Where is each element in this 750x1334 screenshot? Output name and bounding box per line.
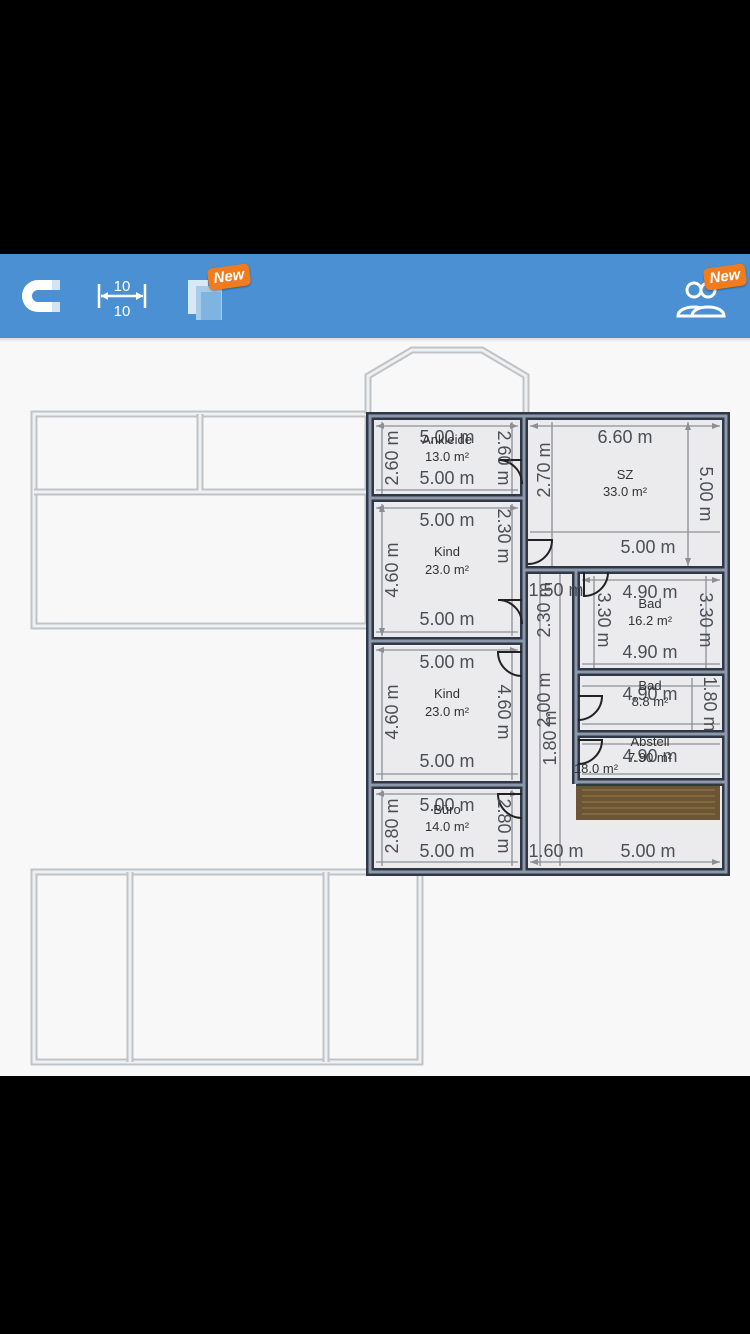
room-area-bad-2: 8.8 m² bbox=[632, 694, 670, 709]
dim-ankleide-bottom: 5.00 m bbox=[419, 468, 474, 488]
dim-buero-bottom: 5.00 m bbox=[419, 841, 474, 861]
dim-sz-bottom: 5.00 m bbox=[620, 537, 675, 557]
top-toolbar: 10 10 New New bbox=[0, 254, 750, 338]
magnet-icon bbox=[22, 280, 60, 312]
room-area-bad-1: 16.2 m² bbox=[628, 613, 673, 628]
magnet-snap-button[interactable] bbox=[10, 266, 68, 326]
dim-kind1-left: 4.60 m bbox=[382, 542, 402, 597]
dim-kind2-bottom: 5.00 m bbox=[419, 751, 474, 771]
stairs bbox=[576, 786, 720, 820]
grid-value-bottom: 10 bbox=[114, 303, 131, 320]
room-area-abstell: 7.90 m² bbox=[628, 750, 673, 765]
dim-hall-e: 1.60 m bbox=[528, 841, 583, 861]
dim-kind2-left: 4.60 m bbox=[382, 684, 402, 739]
dim-ankleide-left: 2.60 m bbox=[382, 430, 402, 485]
dim-sz-top: 6.60 m bbox=[597, 427, 652, 447]
dim-kind1-top: 5.00 m bbox=[419, 510, 474, 530]
room-name-kind-2: Kind bbox=[434, 686, 460, 701]
dim-bad1-bottom: 4.90 m bbox=[622, 642, 677, 662]
dim-kind1-bottom: 5.00 m bbox=[419, 609, 474, 629]
dimension-icon: 10 10 bbox=[97, 278, 147, 320]
room-area-hall: 18.0 m² bbox=[574, 761, 619, 776]
dim-sz-right: 5.00 m bbox=[696, 466, 716, 521]
dim-bad1-left: 3.30 m bbox=[594, 592, 614, 647]
dim-sz-left: 2.70 m bbox=[534, 442, 554, 497]
dim-kind2-right: 4.60 m bbox=[494, 684, 514, 739]
room-name-ankleide: Ankleide bbox=[422, 432, 472, 447]
dim-kind1-right: 2.30 m bbox=[494, 508, 514, 563]
room-area-kind-2: 23.0 m² bbox=[425, 704, 470, 719]
levels-button[interactable]: New bbox=[184, 263, 252, 326]
dim-hall-b: 2.00 m bbox=[534, 672, 554, 727]
room-area-sz: 33.0 m² bbox=[603, 484, 648, 499]
grid-value-top: 10 bbox=[114, 278, 131, 295]
room-name-kind-1: Kind bbox=[434, 544, 460, 559]
room-area-kind-1: 23.0 m² bbox=[425, 562, 470, 577]
floor-plan[interactable]: 5.00 m 5.00 m 2.60 m 2.60 m 6.60 m 5.00 … bbox=[0, 342, 750, 1076]
floor-plan-canvas[interactable]: 5.00 m 5.00 m 2.60 m 2.60 m 6.60 m 5.00 … bbox=[0, 342, 750, 1076]
room-area-ankleide: 13.0 m² bbox=[425, 449, 470, 464]
dim-kind2-top: 5.00 m bbox=[419, 652, 474, 672]
grid-size-button[interactable]: 10 10 bbox=[96, 266, 148, 326]
room-name-abstell: Abstell bbox=[630, 734, 669, 749]
room-name-bad-2: Bad bbox=[638, 678, 661, 693]
dim-ankleide-right: 2.60 m bbox=[494, 430, 514, 485]
dim-buero-left: 2.80 m bbox=[382, 798, 402, 853]
room-area-buero: 14.0 m² bbox=[425, 819, 470, 834]
collaboration-button[interactable]: New bbox=[672, 263, 748, 326]
dim-bad1-right: 3.30 m bbox=[696, 592, 716, 647]
room-name-buero: Büro bbox=[433, 802, 460, 817]
dim-hall-d: 1.50 m bbox=[528, 580, 583, 600]
dim-buero-right: 2.80 m bbox=[494, 798, 514, 853]
dim-bad2-right: 1.80 m bbox=[700, 676, 720, 731]
room-name-sz: SZ bbox=[617, 467, 634, 482]
room-name-bad-1: Bad bbox=[638, 596, 661, 611]
dim-bottom-right: 5.00 m bbox=[620, 841, 675, 861]
